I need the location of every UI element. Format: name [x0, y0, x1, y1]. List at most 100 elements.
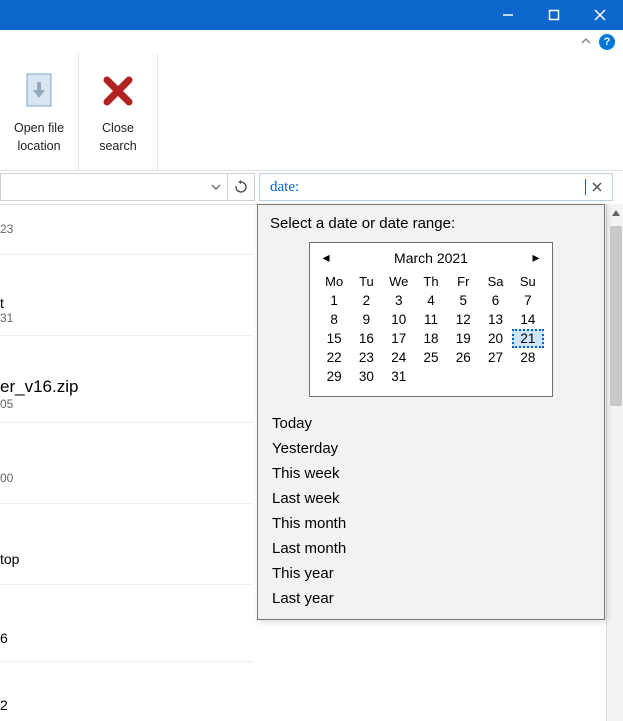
date-range-item[interactable]: This year	[270, 561, 592, 586]
maximize-button[interactable]	[531, 0, 577, 30]
close-search-label-2: search	[99, 138, 137, 154]
calendar: ◂ March 2021 ▸ MoTuWeThFrSaSu12345678910…	[309, 242, 553, 397]
date-range-item[interactable]: Last week	[270, 486, 592, 511]
calendar-day[interactable]: 28	[512, 348, 544, 367]
calendar-day[interactable]: 6	[479, 291, 511, 310]
list-item-name: 2	[0, 697, 253, 713]
calendar-day[interactable]: 7	[512, 291, 544, 310]
minimize-icon	[502, 9, 514, 21]
calendar-day[interactable]: 5	[447, 291, 479, 310]
list-item[interactable]: 6	[0, 615, 253, 662]
list-item[interactable]: er_v16.zip 05	[0, 366, 253, 423]
calendar-dayofweek: Mo	[318, 272, 350, 291]
calendar-day[interactable]: 8	[318, 310, 350, 329]
open-file-location-icon	[11, 62, 67, 118]
calendar-day[interactable]: 3	[383, 291, 415, 310]
calendar-day: .	[447, 367, 479, 386]
date-range-item[interactable]: Last year	[270, 586, 592, 611]
calendar-day: .	[479, 367, 511, 386]
calendar-dayofweek: Th	[415, 272, 447, 291]
calendar-day[interactable]: 13	[479, 310, 511, 329]
open-file-location-label-1: Open file	[14, 120, 64, 136]
scroll-thumb[interactable]	[610, 226, 622, 406]
open-file-location-label-2: location	[17, 138, 60, 154]
calendar-day[interactable]: 24	[383, 348, 415, 367]
date-range-item[interactable]: Today	[270, 411, 592, 436]
close-button[interactable]	[577, 0, 623, 30]
date-range-flyout: Select a date or date range: ◂ March 202…	[257, 204, 605, 620]
close-search-button[interactable]: Close search	[79, 54, 158, 170]
calendar-day[interactable]: 29	[318, 367, 350, 386]
calendar-day[interactable]: 11	[415, 310, 447, 329]
list-item-sub: 05	[0, 397, 253, 411]
calendar-dayofweek: We	[383, 272, 415, 291]
list-item[interactable]: 23	[0, 204, 253, 255]
list-item[interactable]: 00	[0, 453, 253, 504]
calendar-day[interactable]: 18	[415, 329, 447, 348]
calendar-day[interactable]: 26	[447, 348, 479, 367]
date-range-item[interactable]: This week	[270, 461, 592, 486]
calendar-day[interactable]: 17	[383, 329, 415, 348]
clear-search-button[interactable]	[586, 176, 608, 198]
ribbon: Open file location Close search	[0, 54, 623, 171]
vertical-scrollbar[interactable]	[606, 204, 623, 721]
open-file-location-button[interactable]: Open file location	[0, 54, 79, 170]
calendar-day: .	[415, 367, 447, 386]
search-box[interactable]: date:	[259, 173, 613, 201]
scroll-up-icon[interactable]	[607, 204, 623, 222]
calendar-day[interactable]: 14	[512, 310, 544, 329]
ribbon-collapse-strip: ?	[0, 30, 623, 55]
date-range-item[interactable]: This month	[270, 511, 592, 536]
refresh-button[interactable]	[227, 174, 254, 200]
calendar-dayofweek: Tu	[350, 272, 382, 291]
list-item-sub: 23	[0, 222, 253, 236]
close-search-icon	[90, 62, 146, 118]
search-query-text: date:	[270, 179, 585, 196]
calendar-day[interactable]: 27	[479, 348, 511, 367]
date-range-item[interactable]: Yesterday	[270, 436, 592, 461]
calendar-day[interactable]: 20	[479, 329, 511, 348]
calendar-day[interactable]: 15	[318, 329, 350, 348]
calendar-day[interactable]: 9	[350, 310, 382, 329]
window-root: ? Open file location Close search	[0, 0, 623, 721]
calendar-prev-button[interactable]: ◂	[318, 249, 334, 266]
list-item[interactable]: t 31	[0, 285, 253, 336]
calendar-day[interactable]: 2	[350, 291, 382, 310]
calendar-title[interactable]: March 2021	[334, 250, 528, 266]
calendar-day[interactable]: 1	[318, 291, 350, 310]
calendar-dayofweek: Su	[512, 272, 544, 291]
calendar-grid: MoTuWeThFrSaSu12345678910111213141516171…	[318, 272, 544, 386]
x-icon	[591, 181, 603, 193]
maximize-icon	[548, 9, 560, 21]
address-bar[interactable]	[0, 173, 255, 201]
calendar-day[interactable]: 16	[350, 329, 382, 348]
date-range-item[interactable]: Last month	[270, 536, 592, 561]
calendar-day[interactable]: 30	[350, 367, 382, 386]
calendar-day[interactable]: 12	[447, 310, 479, 329]
calendar-day[interactable]: 31	[383, 367, 415, 386]
calendar-day[interactable]: 23	[350, 348, 382, 367]
calendar-day[interactable]: 21	[512, 329, 544, 348]
address-row: date:	[0, 170, 623, 205]
close-icon	[594, 9, 606, 21]
calendar-day: .	[512, 367, 544, 386]
minimize-button[interactable]	[485, 0, 531, 30]
close-search-label-1: Close	[102, 120, 134, 136]
calendar-dayofweek: Sa	[479, 272, 511, 291]
calendar-day[interactable]: 25	[415, 348, 447, 367]
calendar-day[interactable]: 10	[383, 310, 415, 329]
calendar-day[interactable]: 4	[415, 291, 447, 310]
chevron-up-icon[interactable]	[579, 34, 593, 51]
calendar-next-button[interactable]: ▸	[528, 249, 544, 266]
calendar-day[interactable]: 22	[318, 348, 350, 367]
results-list: 23 t 31 er_v16.zip 05 00 top 6 2	[0, 204, 253, 721]
list-item-sub: 31	[0, 311, 253, 325]
date-range-list: TodayYesterdayThis weekLast weekThis mon…	[270, 411, 592, 611]
list-item[interactable]: 2	[0, 682, 253, 721]
calendar-day[interactable]: 19	[447, 329, 479, 348]
address-dropdown[interactable]	[205, 174, 227, 200]
chevron-down-icon	[211, 182, 221, 192]
help-button[interactable]: ?	[599, 34, 615, 50]
list-item-sub: 00	[0, 471, 253, 485]
list-item[interactable]: top	[0, 534, 253, 585]
